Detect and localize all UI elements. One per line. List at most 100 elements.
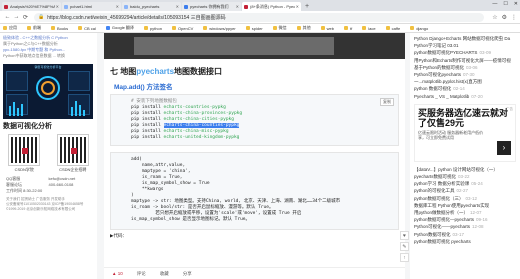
folder-icon xyxy=(203,26,208,30)
article-date: 12-08 xyxy=(472,224,484,230)
arrow-right-icon[interactable]: › xyxy=(497,140,511,155)
bookmark-item[interactable]: 其他 xyxy=(296,25,311,31)
heading-keyword[interactable]: pyecharts xyxy=(136,67,174,76)
code-block-signature[interactable]: add( name,attr,value, maptype = 'china',… xyxy=(110,152,399,230)
related-article[interactable]: 【dataV...】python 设计网站可视化（一） xyxy=(414,166,516,173)
article-title: 基于Python的数据可视化 xyxy=(414,64,465,70)
bookmark-label: python xyxy=(149,25,162,31)
folder-icon xyxy=(51,26,55,30)
related-article[interactable]: Python可视化pyecharts 07-30 xyxy=(414,71,516,78)
tab-1[interactable]: pchart1.html ✕ xyxy=(62,2,121,11)
like-icon[interactable]: ♥ xyxy=(400,231,409,240)
dashboard-thumbnail[interactable]: 销售可视化分析平台 xyxy=(3,64,93,119)
heading-tail: 地图数据接口 xyxy=(174,66,223,76)
related-article[interactable]: Python数据可视化 03-17 xyxy=(414,231,516,238)
code-block-install[interactable]: 复制 # 安装下列地图数据包 pip install echarts-countr… xyxy=(110,94,399,146)
article-title: Python Django+Echarts 网站数据可视化爬虫 Da xyxy=(414,36,511,41)
qr-label: CSDN企业招聘 xyxy=(59,167,87,172)
related-article[interactable]: 基于Python的数据可视化 03-06 xyxy=(414,64,516,71)
tab-3[interactable]: pyecharts 你拥有我们 ✕ xyxy=(182,2,241,11)
comment-icon[interactable]: ✎ xyxy=(400,242,409,251)
related-article[interactable]: Python可视化——pyecharts 12-08 xyxy=(414,223,516,230)
bookmark-item[interactable]: 前端 xyxy=(27,25,41,31)
bookmark-item[interactable]: django xyxy=(410,26,428,31)
article-title: python数据可视化PYECHARTS xyxy=(414,50,478,56)
folder-icon xyxy=(78,26,83,30)
favorite-button[interactable]: 收藏 xyxy=(160,271,169,277)
extension-icon[interactable]: ⚙ xyxy=(502,14,507,21)
bookmark-item[interactable]: tf xyxy=(344,26,352,31)
bookmark-item[interactable]: spider xyxy=(245,26,263,31)
bookmark-item[interactable]: lace xyxy=(362,26,376,31)
bookmark-item[interactable]: windows/ppyer xyxy=(203,26,236,31)
bookmark-item[interactable]: web xyxy=(320,26,334,31)
ad-banner[interactable]: 广告 买服务器选亿速云就对了仅售29元 亿速云限时活动 服务器新老用户低价享，可… xyxy=(414,103,516,162)
related-article[interactable]: python数据可视化—pyecharts 09-16 xyxy=(414,216,516,223)
related-article[interactable]: python数据可视化PYECHARTS 03-09 xyxy=(414,49,516,56)
related-article[interactable]: Python学习笔记 03.01 xyxy=(414,42,516,49)
bookmark-item[interactable]: Books xyxy=(51,26,68,31)
bookmark-label: Books xyxy=(57,25,69,31)
footer-line: ©1999-2019 北京创新乐知网络技术有限公司 xyxy=(6,207,76,211)
like-button[interactable]: ▲ 10 xyxy=(112,271,123,276)
back-icon[interactable]: ← xyxy=(3,14,12,20)
comment-button[interactable]: 评论 xyxy=(137,271,146,277)
profile-name[interactable]: 数据可视化分析 xyxy=(0,119,97,133)
bookmark-item[interactable]: python xyxy=(143,25,162,31)
folder-icon xyxy=(296,26,301,30)
tab-close-icon[interactable]: ✕ xyxy=(236,4,239,9)
related-article[interactable]: python的可视化工具 02-27 xyxy=(414,187,516,194)
sidebar-links: 极致体验 - C++之数据分析 C Python 属于Python之C与C++数据… xyxy=(0,33,97,61)
tab-close-icon[interactable]: ✕ xyxy=(56,4,59,9)
bookmarks-bar: 应用 前端 Books CB cal Google 翻译 python OpenCV wind… xyxy=(0,24,520,33)
minimize-icon[interactable]: — xyxy=(492,1,497,7)
favicon-icon xyxy=(124,4,128,9)
article-title: 数据库工程 Python使用pyecharts实现 xyxy=(414,202,490,208)
share-button[interactable]: 分享 xyxy=(183,271,192,277)
article-date: 09-16 xyxy=(476,217,488,223)
related-article[interactable]: pyecharts数据可视化 03-22 xyxy=(414,173,516,180)
sidebar-link[interactable]: Python中获取地点信息数据 ... 转换 xyxy=(3,53,94,59)
reload-icon[interactable]: ⟳ xyxy=(21,14,30,21)
maximize-icon[interactable]: ☐ xyxy=(503,1,507,7)
code-text: pip install xyxy=(131,129,164,134)
tab-close-icon[interactable]: ✕ xyxy=(116,4,119,9)
related-article[interactable]: Python Django+Echarts 网站数据可视化爬虫 Da xyxy=(414,35,516,42)
tab-2[interactable]: baidu_pyecharts ✕ xyxy=(122,2,181,11)
bookmark-item[interactable]: CB cal xyxy=(78,26,96,31)
favicon-icon xyxy=(64,4,68,9)
tab-0[interactable]: Analysis%20%E7%8F%AD Data Ana...✕ xyxy=(2,2,61,11)
star-icon[interactable]: ☆ xyxy=(492,14,497,21)
bookmark-item[interactable]: 微信 xyxy=(272,25,287,31)
related-article[interactable]: python数据可视化（三） 03-12 xyxy=(414,195,516,202)
code-text: pip install xyxy=(131,135,164,140)
bookmark-item[interactable]: caffe xyxy=(385,26,400,31)
url-field[interactable]: 🔒 https://blog.csdn.net/weixin_45699294/… xyxy=(34,12,485,22)
bookmark-item[interactable]: Google 翻译 xyxy=(105,25,134,31)
bookmark-item[interactable]: 应用 xyxy=(3,25,17,31)
related-article[interactable]: 一...matplotlib.pyplot.hist(x)直方图 xyxy=(414,78,516,85)
bookmark-item[interactable]: OpenCV xyxy=(171,26,193,31)
folder-icon xyxy=(245,26,250,30)
new-tab-button[interactable]: + xyxy=(305,2,309,11)
ad-tag: 广告 xyxy=(506,106,513,111)
forward-icon[interactable]: → xyxy=(12,14,21,20)
tab-close-icon[interactable]: ✕ xyxy=(176,4,179,9)
related-article[interactable]: python数据可视化 pyecharts xyxy=(414,238,516,245)
related-article[interactable]: python 数据可视化 02-14 xyxy=(414,85,516,92)
close-icon[interactable]: ✕ xyxy=(514,1,518,7)
related-article[interactable]: 用python做数据分析（一） 12-07 xyxy=(414,209,516,216)
ad-text: 亿速云限时活动 服务器新老用户低价享，可立即免费试用 xyxy=(418,129,484,140)
menu-icon[interactable]: ⋮ xyxy=(511,14,517,21)
package-name: echarts-china-cities-pypkg xyxy=(163,117,234,122)
tab-4[interactable]: (8+条消息) Python - Pyechan✕ xyxy=(242,2,301,11)
tab-close-icon[interactable]: ✕ xyxy=(296,4,299,9)
related-article[interactable]: 用Python和Echarts制作可视化大屏——疫情可视 xyxy=(414,57,516,64)
copy-button[interactable]: 复制 xyxy=(380,98,394,106)
top-icon[interactable]: ↑ xyxy=(400,253,409,262)
related-article[interactable]: python学习 数据分析实验课 05-24 xyxy=(414,180,516,187)
related-article[interactable]: 数据库工程 Python使用pyecharts实现 xyxy=(414,202,516,209)
bookmark-label: 其他 xyxy=(302,25,311,30)
heading-text: 地图 xyxy=(120,66,137,76)
related-article[interactable]: Pyecharts _ VS _ Matplotlib 07-20 xyxy=(414,93,516,100)
